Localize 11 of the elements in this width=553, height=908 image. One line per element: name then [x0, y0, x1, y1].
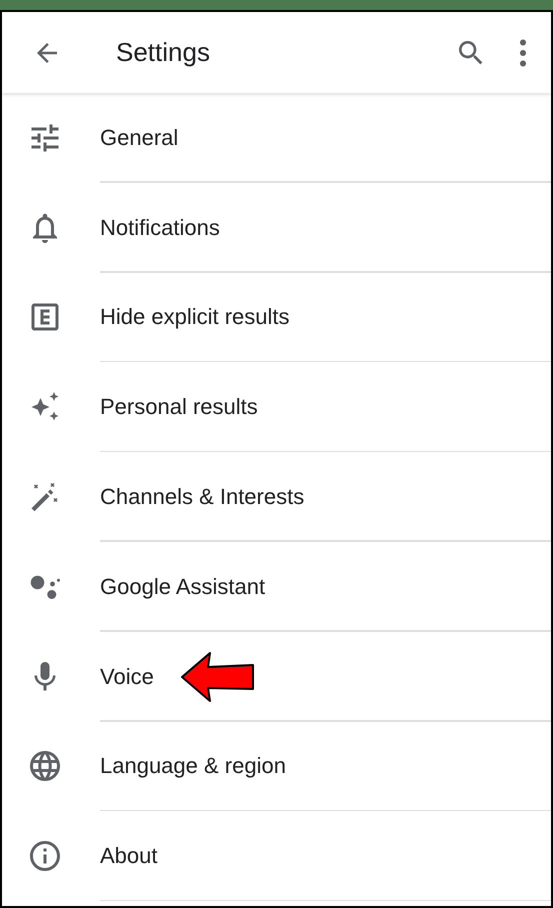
more-options-button[interactable] [517, 38, 529, 66]
settings-item[interactable]: Google Assistant [100, 574, 266, 600]
settings-item[interactable]: Notifications [100, 214, 220, 241]
settings-item[interactable]: General [100, 124, 178, 151]
screen-title: Settings [116, 37, 211, 68]
settings-item[interactable]: Personal results [100, 394, 258, 420]
settings-item[interactable]: Hide explicit results [100, 304, 290, 330]
settings-item[interactable]: Voice [100, 664, 154, 690]
settings-item[interactable]: Language & region [100, 753, 286, 780]
settings-item[interactable]: About [100, 843, 158, 870]
settings-item[interactable]: Channels & Interests [100, 484, 304, 510]
